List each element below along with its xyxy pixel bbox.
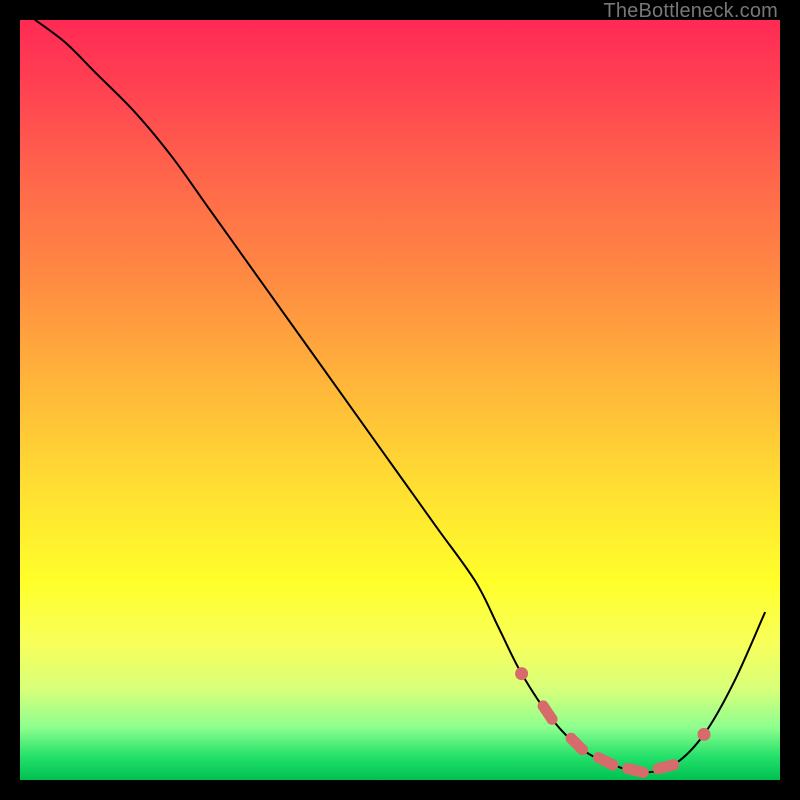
optimal-range-markers [515,667,710,778]
chart-frame: TheBottleneck.com [0,0,800,800]
highlight-end-dot [698,728,711,741]
highlight-dot [547,714,558,725]
curve-svg [20,20,780,780]
plot-area [20,20,780,780]
highlight-dot [638,767,649,778]
bottleneck-curve [35,20,765,772]
highlight-end-dot [515,667,528,680]
highlight-dot [607,759,618,770]
highlight-dot [577,744,588,755]
highlight-dot [668,759,679,770]
